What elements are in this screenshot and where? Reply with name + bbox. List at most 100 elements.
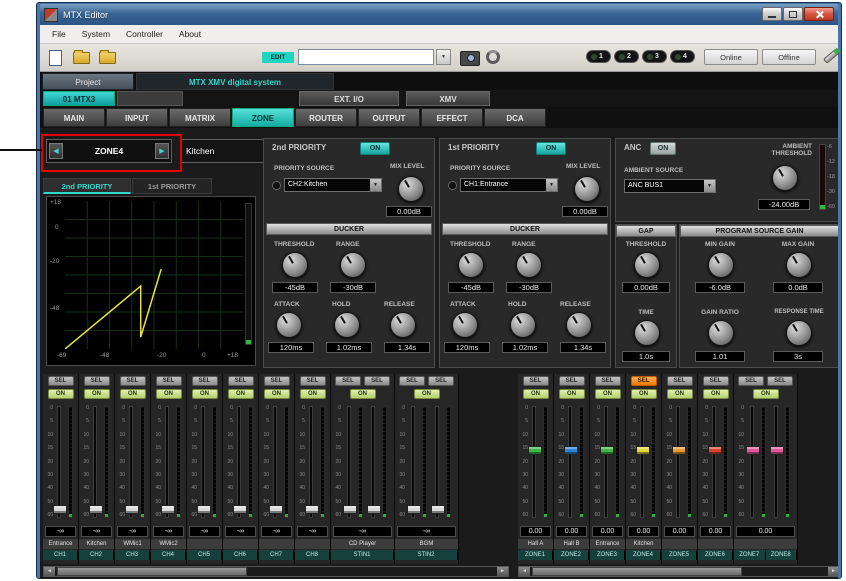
- fader-track[interactable]: [347, 406, 351, 518]
- sel-button[interactable]: SEL: [335, 376, 361, 386]
- tab-input[interactable]: INPUT: [106, 108, 168, 127]
- fader-track[interactable]: [676, 406, 680, 518]
- priority2-on-button[interactable]: ON: [360, 142, 390, 155]
- on-button[interactable]: ON: [119, 389, 146, 399]
- fader-track[interactable]: [568, 406, 572, 518]
- preset-combo-input[interactable]: [298, 49, 434, 65]
- scrollbar-thumb[interactable]: [532, 567, 742, 576]
- fader-track[interactable]: [201, 406, 205, 518]
- maximize-button[interactable]: [783, 7, 803, 21]
- input-scrollbar[interactable]: ◄ ►: [43, 566, 509, 577]
- attack-knob[interactable]: [276, 312, 302, 338]
- zone-next-button[interactable]: ▶: [155, 143, 169, 159]
- scroll-right-icon[interactable]: ►: [828, 567, 838, 576]
- fader-track[interactable]: [237, 406, 241, 518]
- fader-cap[interactable]: [305, 505, 319, 514]
- gap-time-knob[interactable]: [634, 320, 660, 346]
- sel-button[interactable]: SEL: [630, 376, 657, 386]
- priority-source-select[interactable]: CH2:Kitchen ▼: [284, 178, 382, 192]
- sel-button[interactable]: SEL: [522, 376, 549, 386]
- sel-button[interactable]: SEL: [263, 376, 290, 386]
- on-button[interactable]: ON: [47, 389, 74, 399]
- fader-cap[interactable]: [564, 446, 578, 455]
- fader-cap[interactable]: [197, 505, 211, 514]
- on-button[interactable]: ON: [413, 389, 440, 399]
- tab-ext-io[interactable]: EXT. I/O: [299, 91, 399, 106]
- gain-ratio-knob[interactable]: [708, 320, 734, 346]
- priority-source-select[interactable]: CH1:Entrance ▼: [460, 178, 558, 192]
- sel-button[interactable]: SEL: [191, 376, 218, 386]
- wrench-icon[interactable]: [823, 48, 840, 64]
- chevron-down-icon[interactable]: ▼: [704, 180, 715, 192]
- fader-track[interactable]: [604, 406, 608, 518]
- on-button[interactable]: ON: [702, 389, 729, 399]
- fader-cap[interactable]: [708, 446, 722, 455]
- on-button[interactable]: ON: [263, 389, 290, 399]
- min-gain-knob[interactable]: [708, 252, 734, 278]
- tab-output[interactable]: OUTPUT: [358, 108, 420, 127]
- fader-cap[interactable]: [343, 505, 357, 514]
- range-knob[interactable]: [340, 252, 366, 278]
- minimize-button[interactable]: [762, 7, 782, 21]
- on-button[interactable]: ON: [594, 389, 621, 399]
- fader-cap[interactable]: [528, 446, 542, 455]
- tab-dca[interactable]: DCA: [484, 108, 546, 127]
- tab-matrix[interactable]: MATRIX: [169, 108, 231, 127]
- mix-level-knob[interactable]: [398, 176, 424, 202]
- on-button[interactable]: ON: [666, 389, 693, 399]
- chevron-down-icon[interactable]: ▼: [546, 179, 557, 191]
- on-button[interactable]: ON: [349, 389, 376, 399]
- sync-icon[interactable]: [486, 50, 500, 64]
- sel-button[interactable]: SEL: [558, 376, 585, 386]
- fader-cap[interactable]: [89, 505, 103, 514]
- fader-cap[interactable]: [125, 505, 139, 514]
- mix-level-knob[interactable]: [574, 176, 600, 202]
- on-button[interactable]: ON: [191, 389, 218, 399]
- fader-cap[interactable]: [161, 505, 175, 514]
- sel-button[interactable]: SEL: [364, 376, 390, 386]
- tab-project[interactable]: Project: [42, 73, 134, 90]
- tab-main[interactable]: MAIN: [43, 108, 105, 127]
- fader-track[interactable]: [165, 406, 169, 518]
- scrollbar-track[interactable]: [530, 567, 828, 576]
- tab-xmv[interactable]: XMV: [406, 91, 490, 106]
- sel-button[interactable]: SEL: [594, 376, 621, 386]
- menu-item-about[interactable]: About: [171, 27, 209, 41]
- sel-button[interactable]: SEL: [227, 376, 254, 386]
- fader-track[interactable]: [309, 406, 313, 518]
- offline-button[interactable]: Offline: [762, 49, 816, 65]
- fader-track[interactable]: [750, 406, 754, 518]
- scroll-right-icon[interactable]: ►: [497, 567, 508, 576]
- sel-button[interactable]: SEL: [83, 376, 110, 386]
- online-button[interactable]: Online: [704, 49, 758, 65]
- new-button[interactable]: [44, 47, 66, 68]
- release-knob[interactable]: [390, 312, 416, 338]
- open-button[interactable]: [70, 47, 92, 68]
- save-button[interactable]: [96, 47, 118, 68]
- fader-track[interactable]: [371, 406, 375, 518]
- sel-button[interactable]: SEL: [119, 376, 146, 386]
- scroll-left-icon[interactable]: ◄: [519, 567, 530, 576]
- on-button[interactable]: ON: [227, 389, 254, 399]
- max-gain-knob[interactable]: [786, 252, 812, 278]
- sel-button[interactable]: SEL: [399, 376, 425, 386]
- range-knob[interactable]: [516, 252, 542, 278]
- fader-cap[interactable]: [367, 505, 381, 514]
- fader-track[interactable]: [57, 406, 61, 518]
- sel-button[interactable]: SEL: [47, 376, 74, 386]
- fader-cap[interactable]: [407, 505, 421, 514]
- tab-system[interactable]: MTX XMV digital system: [136, 73, 334, 90]
- fader-track[interactable]: [273, 406, 277, 518]
- fader-cap[interactable]: [233, 505, 247, 514]
- fader-track[interactable]: [411, 406, 415, 518]
- on-button[interactable]: ON: [299, 389, 326, 399]
- hold-knob[interactable]: [510, 312, 536, 338]
- on-button[interactable]: ON: [83, 389, 110, 399]
- tab-effect[interactable]: EFFECT: [421, 108, 483, 127]
- combo-dropdown-button[interactable]: ▼: [436, 49, 451, 65]
- fader-cap[interactable]: [746, 446, 760, 455]
- ambient-source-select[interactable]: ANC BUS1 ▼: [624, 179, 716, 193]
- menu-item-system[interactable]: System: [74, 27, 118, 41]
- anc-on-button[interactable]: ON: [650, 142, 676, 155]
- fader-cap[interactable]: [269, 505, 283, 514]
